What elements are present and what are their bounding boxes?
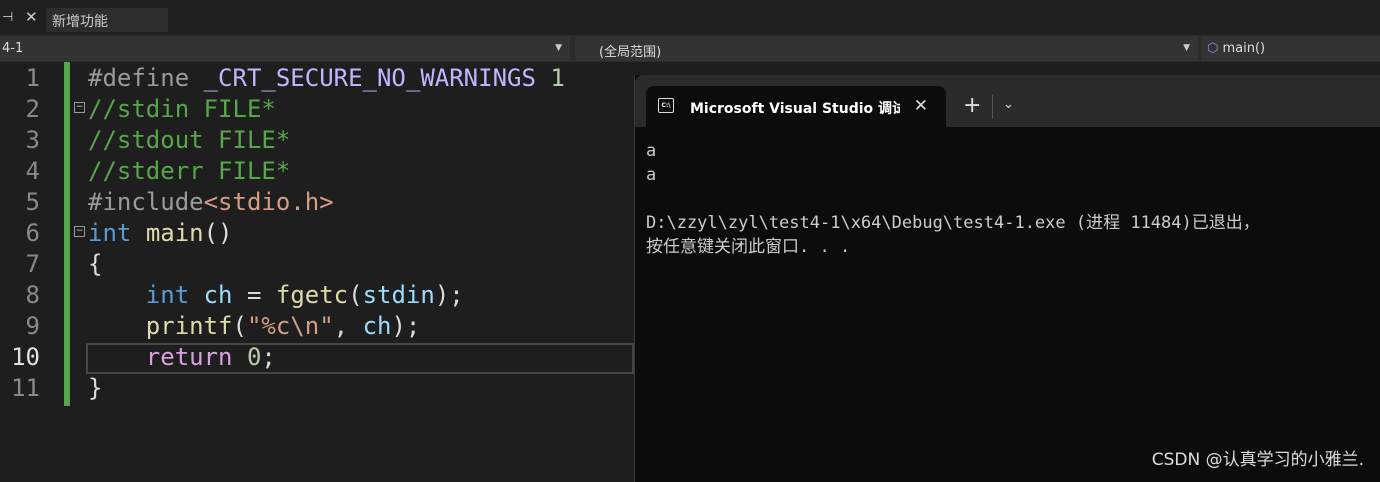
- code-token: <stdio.h>: [203, 188, 334, 216]
- code-token: #include: [88, 188, 204, 216]
- tab-label: 新增功能: [52, 14, 108, 30]
- terminal-tab[interactable]: C:\ Microsoft Visual Studio 调试控 ✕: [646, 86, 946, 127]
- line-number: 10: [11, 343, 40, 371]
- code-token: fgetc: [275, 281, 349, 309]
- code-token: int: [145, 281, 190, 309]
- line-number: 2: [25, 95, 40, 123]
- scope-label: (全局范围): [599, 45, 662, 60]
- code-line[interactable]: int main(): [88, 219, 233, 247]
- dropdown-arrow-icon: ▼: [555, 43, 562, 53]
- code-token: );: [434, 281, 464, 309]
- code-token: return: [145, 343, 233, 371]
- line-number: 7: [25, 250, 40, 278]
- code-token: 1: [535, 64, 565, 92]
- code-token: ,: [333, 312, 363, 340]
- code-token: int: [88, 219, 132, 247]
- new-tab-button[interactable]: +: [963, 93, 981, 118]
- document-tab-bar: ⊣ ✕ 新增功能: [0, 0, 1380, 35]
- scope-dropdown[interactable]: (全局范围) ▼: [575, 37, 1198, 61]
- line-number: 4: [25, 157, 40, 185]
- code-token: ch: [362, 312, 392, 340]
- line-number: 11: [11, 374, 40, 402]
- collapse-icon[interactable]: −: [74, 226, 85, 237]
- terminal-tab-title: Microsoft Visual Studio 调试控: [690, 101, 900, 117]
- line-number: 3: [25, 126, 40, 154]
- code-token: printf: [145, 312, 233, 340]
- line-number: 5: [25, 188, 40, 216]
- dropdown-arrow-icon: ▼: [1183, 43, 1190, 53]
- code-token: {: [88, 250, 103, 278]
- project-dropdown[interactable]: 4-1 ▼: [0, 37, 570, 61]
- code-token: }: [88, 374, 103, 402]
- line-number: 9: [25, 312, 40, 340]
- code-line[interactable]: //stderr FILE*: [88, 157, 290, 185]
- close-icon[interactable]: ✕: [914, 96, 928, 116]
- code-token: 0: [246, 343, 262, 371]
- code-token: main: [145, 219, 204, 247]
- member-label: main(): [1222, 41, 1266, 56]
- line-number: 1: [25, 64, 40, 92]
- chevron-down-icon[interactable]: ⌄: [1003, 97, 1014, 112]
- code-token: //stdout FILE*: [88, 126, 291, 154]
- code-line[interactable]: #define _CRT_SECURE_NO_WARNINGS 1: [88, 64, 565, 92]
- member-dropdown[interactable]: ⬡ main(): [1201, 37, 1380, 61]
- navigation-bar: 4-1 ▼ (全局范围) ▼ ⬡ main(): [0, 35, 1380, 62]
- change-indicator: [64, 62, 70, 406]
- console-line: a: [646, 165, 657, 185]
- code-token: stdin: [362, 281, 435, 309]
- terminal-tab-bar: C:\ Microsoft Visual Studio 调试控 ✕ + ⌄: [635, 75, 1380, 127]
- code-token: (): [203, 219, 233, 247]
- tab-new-features[interactable]: 新增功能: [46, 8, 168, 32]
- code-token: ch: [203, 281, 233, 309]
- code-line[interactable]: return 0;: [88, 343, 276, 371]
- console-line: D:\zzyl\zyl\test4-1\x64\Debug\test4-1.ex…: [646, 213, 1260, 233]
- code-token: "%c\n": [246, 312, 334, 340]
- close-icon[interactable]: ✕: [25, 8, 38, 26]
- code-line[interactable]: printf("%c\n", ch);: [88, 312, 421, 340]
- code-line[interactable]: //stdout FILE*: [88, 126, 290, 154]
- code-line[interactable]: }: [88, 374, 102, 402]
- code-line[interactable]: {: [88, 250, 102, 278]
- line-number: 8: [25, 281, 40, 309]
- cube-icon: ⬡: [1207, 41, 1219, 56]
- console-line: 按任意键关闭此窗口. . .: [646, 237, 851, 257]
- code-token: );: [391, 312, 421, 340]
- console-line: a: [646, 141, 657, 161]
- watermark: CSDN @认真学习的小雅兰.: [1151, 450, 1364, 470]
- divider: [992, 95, 993, 119]
- code-line[interactable]: //stdin FILE*: [88, 95, 276, 123]
- code-token: _CRT_SECURE_NO_WARNINGS: [203, 64, 536, 92]
- code-line[interactable]: int ch = fgetc(stdin);: [88, 281, 464, 309]
- line-number: 6: [25, 219, 40, 247]
- debug-console-window[interactable]: C:\ Microsoft Visual Studio 调试控 ✕ + ⌄ aa…: [634, 75, 1380, 482]
- code-token: =: [232, 281, 276, 309]
- code-token: (: [348, 281, 363, 309]
- code-token: #define: [88, 64, 204, 92]
- pin-icon[interactable]: ⊣: [2, 10, 13, 25]
- code-line[interactable]: #include<stdio.h>: [88, 188, 334, 216]
- code-token: (: [232, 312, 247, 340]
- console-output: a a D:\zzyl\zyl\test4-1\x64\Debug\test4-1.…: [646, 139, 1260, 259]
- console-icon: C:\: [658, 98, 674, 113]
- code-token: //stderr FILE*: [88, 157, 291, 185]
- collapse-icon[interactable]: −: [74, 102, 85, 113]
- code-token: ;: [261, 343, 276, 371]
- code-token: //stdin FILE*: [88, 95, 276, 123]
- project-label: 4-1: [2, 41, 24, 56]
